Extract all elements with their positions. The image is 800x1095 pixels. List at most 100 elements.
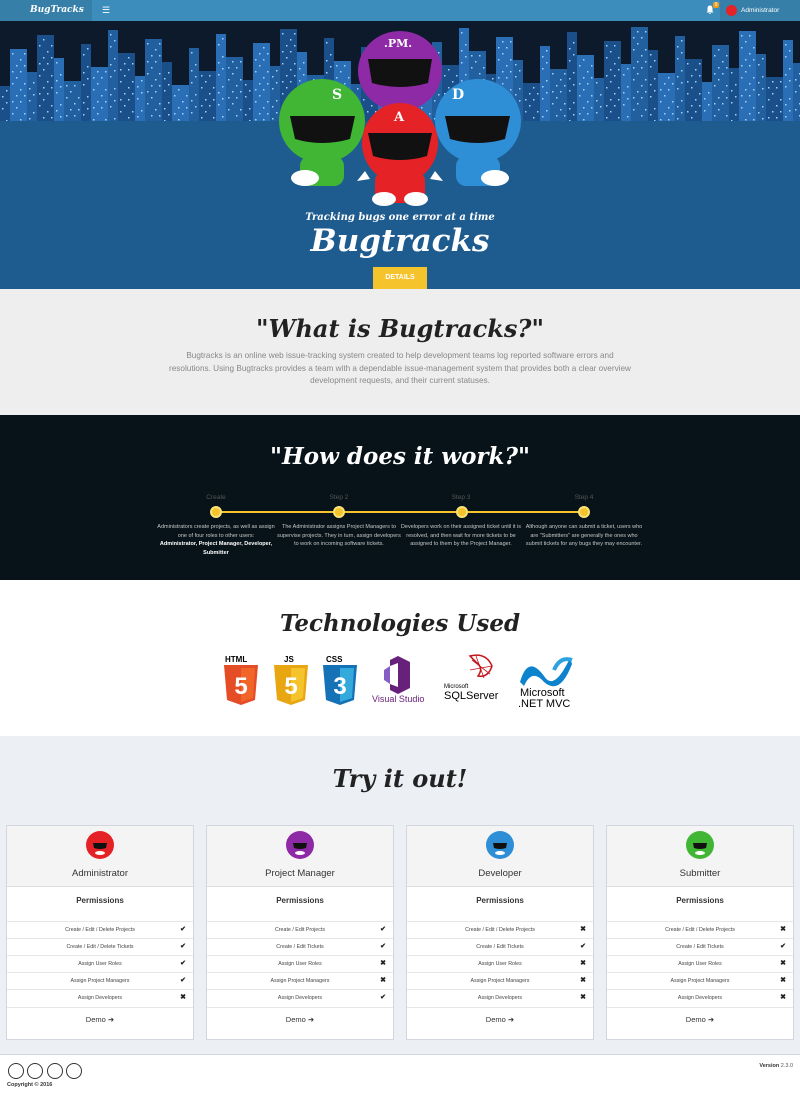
check-icon: ✔ [180,943,186,950]
svg-text:S: S [332,87,342,103]
permission-name: Assign Developers [677,995,723,1001]
step-description: Although anyone can submit a ticket, use… [525,524,643,548]
brand-logo[interactable]: BugTracks [0,0,92,21]
mascot-icon [66,1063,82,1079]
role-card: Submitter Permissions Create / Edit / Dele… [606,825,794,1040]
mascot-icon [8,1063,24,1079]
how-it-works-title: "How does it work?" [270,443,530,470]
mascot-icon [47,1063,63,1079]
permission-name: Assign User Roles [678,961,722,967]
user-name: Administrator [741,7,780,14]
permission-row: Create / Edit Tickets ✔ [607,938,793,955]
cross-icon: ✖ [380,960,386,967]
cross-icon: ✖ [780,960,786,967]
sql-server-logo: Microsoft SQLServer [444,654,499,702]
copyright-text: Copyright © 2016 [7,1082,53,1088]
technologies-section: Technologies Used HTML 5 JS 5 CSS 3 Visu… [0,580,800,736]
permission-name: Create / Edit Projects [274,927,326,933]
role-card: Project Manager Permissions Create / Edit … [206,825,394,1040]
step-dot [333,506,345,518]
permission-row: Assign Project Managers ✖ [407,972,593,989]
cross-icon: ✖ [580,977,586,984]
permission-row: Create / Edit / Delete Tickets ✔ [7,938,193,955]
what-is-section: "What is Bugtracks?" Bugtracks is an onl… [0,289,800,415]
permission-row: Assign User Roles ✖ [607,955,793,972]
try-it-out-title: Try it out! [332,764,468,793]
sign-in-icon: ➜ [507,1015,515,1024]
permission-name: Create / Edit / Delete Projects [65,927,135,933]
divider [7,1007,193,1008]
cross-icon: ✖ [780,977,786,984]
permission-row: Assign User Roles ✔ [7,955,193,972]
role-card-header: Developer [407,826,593,887]
check-icon: ✔ [180,977,186,984]
what-is-description: Bugtracks is an online web issue-trackin… [169,351,631,385]
permission-name: Assign Project Managers [470,978,530,984]
svg-text:HTML: HTML [225,655,247,664]
demo-login-button[interactable]: Demo ➜ [7,1015,193,1024]
footer: Copyright © 2016 Version 2.3.0 [0,1054,800,1095]
mascot-icon [27,1063,43,1079]
role-name: Project Manager [265,868,335,879]
cross-icon: ✖ [780,926,786,933]
permissions-title: Permissions [76,896,124,905]
details-button[interactable]: DETAILS [373,267,427,289]
permission-row: Assign Developers ✔ [207,989,393,1006]
permission-row: Create / Edit / Delete Projects ✖ [407,921,593,938]
permission-name: Create / Edit / Delete Projects [465,927,535,933]
version-text: Version 2.3.0 [759,1063,793,1069]
js-logo: JS 5 [274,655,308,705]
check-icon: ✔ [380,943,386,950]
hero-tagline: Tracking bugs one error at a time [305,212,495,223]
divider [607,1007,793,1008]
svg-text:Visual Studio: Visual Studio [372,694,424,704]
sign-in-icon: ➜ [107,1015,115,1024]
hero-banner: S D .PM. A Tracking bugs one error at a … [0,21,800,289]
sign-in-icon: ➜ [307,1015,315,1024]
permission-name: Create / Edit Tickets [276,944,324,950]
user-menu[interactable]: Administrator [720,0,800,21]
permission-name: Assign Developers [277,995,323,1001]
cross-icon: ✖ [780,994,786,1001]
svg-text:CSS: CSS [326,655,343,664]
svg-text:.NET MVC: .NET MVC [518,698,570,708]
svg-text:5: 5 [284,673,297,700]
demo-login-button[interactable]: Demo ➜ [407,1015,593,1024]
cross-icon: ✖ [580,960,586,967]
permission-row: Assign User Roles ✖ [407,955,593,972]
step-dot [578,506,590,518]
step-dot [210,506,222,518]
permission-row: Create / Edit Projects ✔ [207,921,393,938]
step-label: Create [206,494,226,501]
hero-title: Bugtracks [310,223,490,259]
sign-in-icon: ➜ [707,1015,715,1024]
step-label: Step 3 [451,494,471,501]
role-card-header: Submitter [607,826,793,887]
demo-login-button[interactable]: Demo ➜ [607,1015,793,1024]
svg-text:JS: JS [284,655,294,664]
permission-row: Assign Project Managers ✔ [7,972,193,989]
svg-text:SQLServer: SQLServer [444,690,499,702]
notifications-button[interactable]: 9 [702,0,720,21]
svg-text:5: 5 [234,673,247,700]
permissions-title: Permissions [276,896,324,905]
cross-icon: ✖ [580,926,586,933]
check-icon: ✔ [180,960,186,967]
permission-row: Assign User Roles ✖ [207,955,393,972]
permission-row: Assign Developers ✖ [7,989,193,1006]
check-icon: ✔ [180,926,186,933]
check-icon: ✔ [380,926,386,933]
permissions-title: Permissions [476,896,524,905]
role-mascot-icon [686,831,714,859]
check-icon: ✔ [780,943,786,950]
permission-row: Assign Project Managers ✖ [207,972,393,989]
permission-name: Assign Project Managers [270,978,330,984]
menu-icon[interactable]: ☰ [100,4,112,16]
permission-name: Assign User Roles [78,961,122,967]
progress-line [216,511,584,513]
avatar [726,5,737,16]
divider [207,1007,393,1008]
dotnet-mvc-logo: Microsoft .NET MVC [518,657,573,708]
role-name: Developer [478,868,522,879]
demo-login-button[interactable]: Demo ➜ [207,1015,393,1024]
